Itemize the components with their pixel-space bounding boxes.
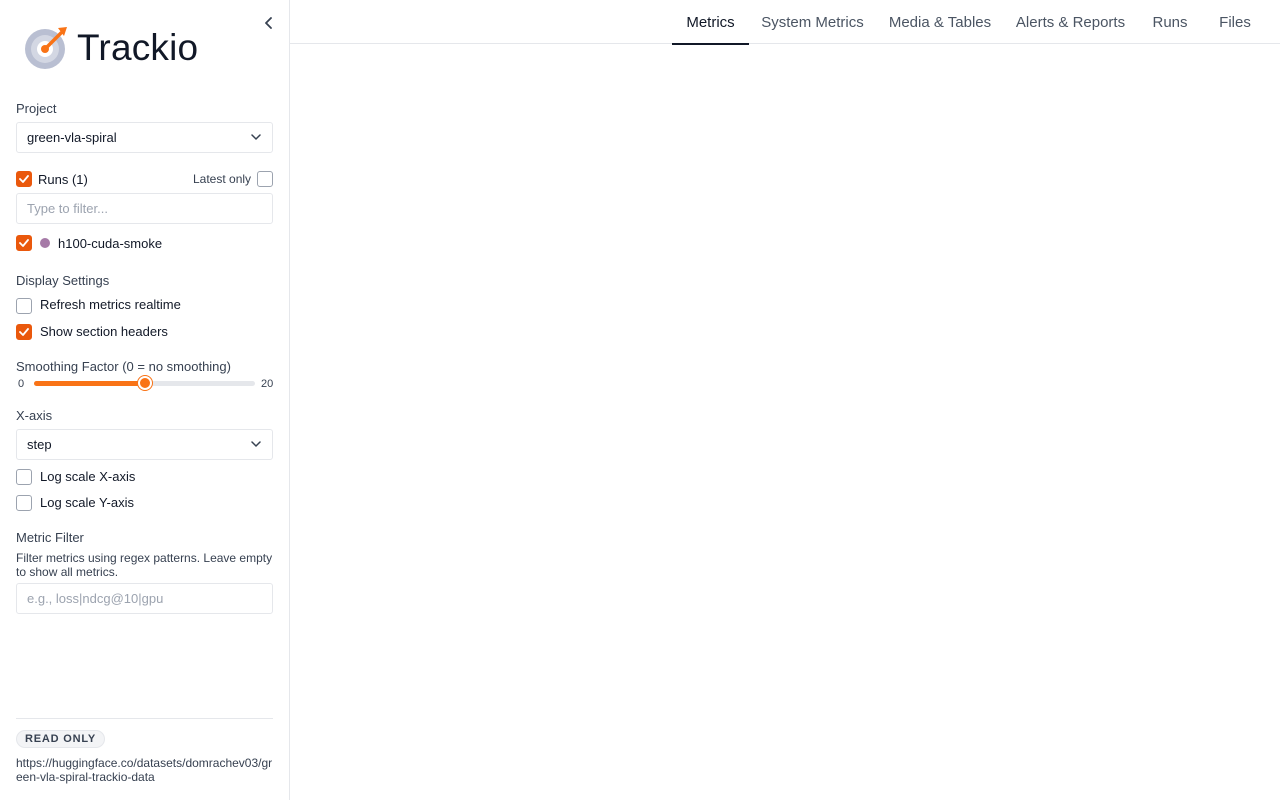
smoothing-min: 0 xyxy=(18,378,25,390)
sidebar: Trackio Project green-vla-spiral Runs (1… xyxy=(0,0,290,800)
x-axis-value: step xyxy=(27,437,52,452)
collapse-sidebar-button[interactable] xyxy=(260,14,278,32)
latest-only-checkbox[interactable] xyxy=(257,171,273,187)
read-only-badge: READ ONLY xyxy=(16,730,105,748)
metric-filter-label: Metric Filter xyxy=(16,530,84,545)
smoothing-slider-fill xyxy=(34,381,145,386)
run-checkbox-h100-cuda-smoke[interactable] xyxy=(16,235,32,251)
metric-filter-description: Filter metrics using regex patterns. Lea… xyxy=(16,551,273,579)
x-axis-label: X-axis xyxy=(16,408,53,423)
tab-system-metrics[interactable]: System Metrics xyxy=(749,0,876,44)
smoothing-slider[interactable] xyxy=(34,376,255,390)
tab-metrics[interactable]: Metrics xyxy=(672,0,749,45)
runs-filter-input[interactable] xyxy=(16,193,273,224)
log-x-label: Log scale X-axis xyxy=(40,469,136,484)
tab-media-tables[interactable]: Media & Tables xyxy=(876,0,1004,44)
chevron-down-icon xyxy=(250,439,262,451)
project-label: Project xyxy=(16,101,57,116)
checkmark-icon xyxy=(19,239,29,247)
chevron-left-icon xyxy=(265,17,272,29)
checkmark-icon xyxy=(19,328,29,336)
x-axis-select[interactable]: step xyxy=(16,429,273,460)
project-select[interactable]: green-vla-spiral xyxy=(16,122,273,153)
main-content xyxy=(290,44,1280,800)
smoothing-slider-thumb[interactable] xyxy=(137,376,152,390)
sidebar-divider xyxy=(16,718,273,719)
section-headers-label: Show section headers xyxy=(40,324,168,339)
top-navigation: Metrics System Metrics Media & Tables Al… xyxy=(290,0,1280,45)
runs-label: Runs (1) xyxy=(38,172,88,187)
log-y-checkbox[interactable] xyxy=(16,495,32,511)
refresh-realtime-checkbox[interactable] xyxy=(16,298,32,314)
latest-only-label: Latest only xyxy=(193,172,252,186)
runs-select-all-checkbox[interactable] xyxy=(16,171,32,187)
log-x-checkbox[interactable] xyxy=(16,469,32,485)
log-y-label: Log scale Y-axis xyxy=(40,495,134,510)
section-headers-checkbox[interactable] xyxy=(16,324,32,340)
dataset-url: https://huggingface.co/datasets/domrache… xyxy=(16,756,273,784)
tab-alerts-reports[interactable]: Alerts & Reports xyxy=(1004,0,1137,44)
checkmark-icon xyxy=(19,175,29,183)
chevron-down-icon xyxy=(250,132,262,144)
project-value: green-vla-spiral xyxy=(27,130,117,145)
smoothing-max: 20 xyxy=(261,378,274,390)
target-logo-icon xyxy=(25,27,67,69)
run-color-dot xyxy=(40,238,50,248)
run-name: h100-cuda-smoke xyxy=(58,236,163,251)
tab-runs[interactable]: Runs xyxy=(1137,0,1203,44)
app-logo: Trackio xyxy=(24,25,198,69)
refresh-realtime-label: Refresh metrics realtime xyxy=(40,297,181,312)
app-name: Trackio xyxy=(77,26,199,68)
smoothing-label: Smoothing Factor (0 = no smoothing) xyxy=(16,359,231,374)
metric-filter-input[interactable] xyxy=(16,583,273,614)
display-settings-label: Display Settings xyxy=(16,273,110,288)
tab-files[interactable]: Files xyxy=(1203,0,1267,44)
